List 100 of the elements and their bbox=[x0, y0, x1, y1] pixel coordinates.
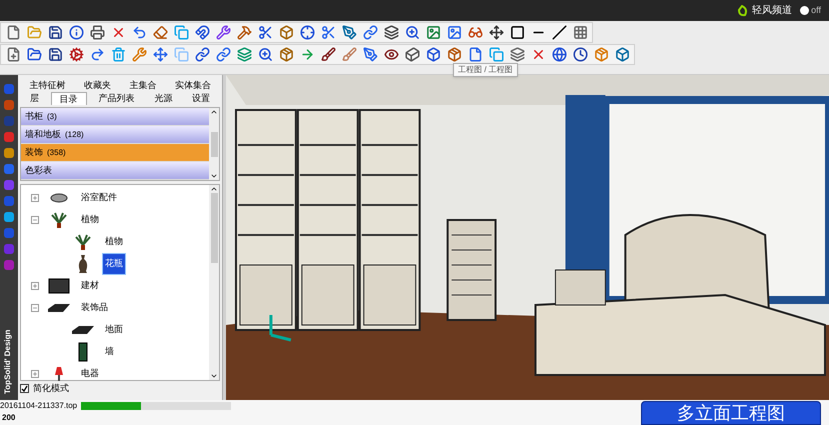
magnet-icon[interactable] bbox=[194, 24, 210, 40]
tree-item[interactable]: 花瓶 bbox=[103, 254, 125, 274]
file-name: 20161104-211337.top bbox=[0, 400, 78, 412]
plus-icon bbox=[32, 195, 38, 201]
package-icon[interactable] bbox=[446, 46, 462, 62]
tooltip: 工程图 / 工程图 bbox=[453, 63, 518, 77]
expander-toggle[interactable] bbox=[31, 194, 39, 202]
square-icon[interactable] bbox=[509, 24, 525, 40]
drawing-sheet-icon[interactable] bbox=[467, 46, 483, 62]
image-icon[interactable] bbox=[446, 24, 462, 40]
image-icon[interactable] bbox=[425, 24, 441, 40]
leaf-icon bbox=[737, 4, 748, 16]
category-item[interactable]: 装饰 (358) bbox=[21, 144, 209, 162]
layers-icon[interactable] bbox=[383, 24, 399, 40]
chevron-up-icon[interactable] bbox=[210, 185, 218, 193]
panel-tab[interactable]: 光源 bbox=[146, 92, 180, 105]
printer-icon[interactable] bbox=[89, 24, 105, 40]
link-icon[interactable] bbox=[215, 46, 231, 62]
tree-item[interactable]: 浴室配件 bbox=[79, 191, 119, 205]
channel-label: 轻风频道 bbox=[752, 4, 792, 18]
globe-icon[interactable] bbox=[551, 46, 567, 62]
wall-icon bbox=[78, 342, 88, 362]
scrollbar[interactable] bbox=[209, 108, 219, 180]
zoom-in-icon[interactable] bbox=[404, 24, 420, 40]
scrollbar[interactable] bbox=[209, 185, 219, 380]
brand-label: TopSolid' Design bbox=[3, 330, 13, 394]
eraser-icon[interactable] bbox=[152, 24, 168, 40]
expander-toggle[interactable] bbox=[31, 282, 39, 290]
wrench-icon[interactable] bbox=[131, 46, 147, 62]
panel-tab[interactable]: 收藏夹 bbox=[76, 79, 119, 92]
panel-tab[interactable]: 目录 bbox=[50, 92, 87, 105]
chevron-down-icon[interactable] bbox=[210, 372, 218, 380]
layers-icon[interactable] bbox=[509, 46, 525, 62]
save-icon[interactable] bbox=[47, 46, 63, 62]
checkbox[interactable] bbox=[20, 384, 29, 394]
plus-icon bbox=[32, 371, 38, 377]
tree-item[interactable]: 地面 bbox=[103, 323, 125, 337]
zoom-in-icon[interactable] bbox=[257, 46, 273, 62]
crosshair-icon[interactable] bbox=[299, 24, 315, 40]
category-item[interactable]: 墙和地板 (128) bbox=[21, 126, 209, 144]
panel-tab[interactable]: 产品列表 bbox=[90, 92, 142, 105]
tree-item[interactable]: 装饰品 bbox=[79, 301, 110, 315]
scissors-icon[interactable] bbox=[257, 24, 273, 40]
panel-icon bbox=[48, 278, 70, 294]
tree-item[interactable]: 墙 bbox=[103, 345, 116, 359]
expander-toggle[interactable] bbox=[31, 304, 39, 312]
scissors-icon[interactable] bbox=[320, 24, 336, 40]
checkbox-label: 简化模式 bbox=[33, 382, 69, 395]
pen-icon[interactable] bbox=[362, 46, 378, 62]
slab-icon bbox=[71, 325, 95, 335]
panel-tab[interactable]: 主特征树 bbox=[21, 79, 74, 92]
expander-toggle[interactable] bbox=[31, 370, 39, 378]
cube-icon[interactable] bbox=[404, 46, 420, 62]
tree-item[interactable]: 建材 bbox=[79, 279, 101, 293]
category-item[interactable]: 书柜 (3) bbox=[21, 108, 209, 126]
box-icon[interactable] bbox=[425, 46, 441, 62]
save-icon[interactable] bbox=[47, 24, 63, 40]
panel-tab[interactable]: 实体集合 bbox=[166, 79, 219, 92]
expander-toggle[interactable] bbox=[31, 216, 39, 224]
link-icon[interactable] bbox=[194, 46, 210, 62]
lamp-icon bbox=[52, 366, 66, 382]
trash-icon[interactable] bbox=[110, 46, 126, 62]
vase-icon bbox=[77, 254, 89, 274]
tree-item[interactable]: 植物 bbox=[103, 235, 125, 249]
redo-icon[interactable] bbox=[89, 46, 105, 62]
box-icon[interactable] bbox=[278, 24, 294, 40]
undo-icon[interactable] bbox=[131, 24, 147, 40]
box-icon[interactable] bbox=[614, 46, 630, 62]
category-item[interactable]: 色彩表 bbox=[21, 162, 209, 180]
copy-icon[interactable] bbox=[488, 46, 504, 62]
minus-icon bbox=[32, 305, 38, 311]
tree-item[interactable]: 植物 bbox=[79, 213, 101, 227]
panel-tab[interactable]: 层 bbox=[22, 92, 47, 105]
link-icon[interactable] bbox=[362, 24, 378, 40]
file-icon[interactable] bbox=[5, 24, 21, 40]
clock-icon[interactable] bbox=[572, 46, 588, 62]
toggle-switch[interactable]: off bbox=[800, 4, 821, 18]
glasses-icon[interactable] bbox=[467, 24, 483, 40]
cog-icon[interactable] bbox=[68, 46, 84, 62]
chevron-up-icon[interactable] bbox=[210, 108, 218, 116]
minus-icon bbox=[32, 217, 38, 223]
copy-icon[interactable] bbox=[173, 24, 189, 40]
package-icon[interactable] bbox=[593, 46, 609, 62]
panel-tab[interactable]: 主集合 bbox=[121, 79, 164, 92]
chevron-down-icon[interactable] bbox=[210, 172, 218, 180]
info-icon[interactable] bbox=[68, 24, 84, 40]
wrench-icon[interactable] bbox=[215, 24, 231, 40]
pen-icon[interactable] bbox=[341, 24, 357, 40]
eye-icon[interactable] bbox=[383, 46, 399, 62]
move-icon[interactable] bbox=[488, 24, 504, 40]
new-file-icon[interactable] bbox=[5, 46, 21, 62]
package-icon[interactable] bbox=[278, 46, 294, 62]
caption-banner: 多立面工程图 bbox=[641, 401, 821, 425]
line-icon[interactable] bbox=[551, 24, 567, 40]
folder-icon[interactable] bbox=[26, 46, 42, 62]
brush-icon[interactable] bbox=[320, 46, 336, 62]
tree-item[interactable]: 电器 bbox=[79, 367, 101, 381]
panel-tab[interactable]: 设置 bbox=[184, 92, 218, 105]
hammer-icon[interactable] bbox=[236, 24, 252, 40]
status-value: 200 bbox=[1, 412, 16, 424]
